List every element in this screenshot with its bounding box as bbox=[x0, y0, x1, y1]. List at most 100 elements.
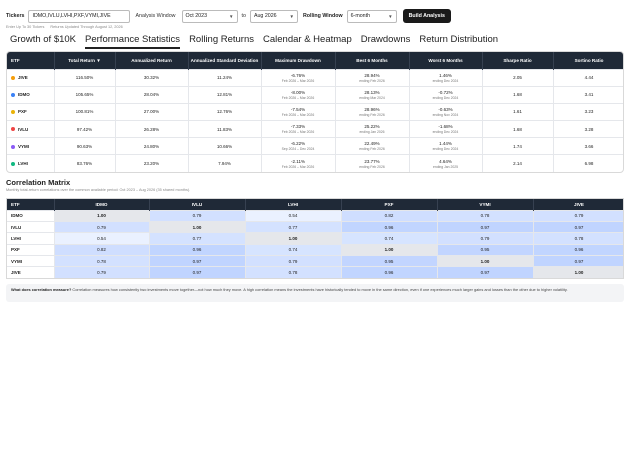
correlation-cell: 0.77 bbox=[245, 220, 342, 233]
stat-period: ending Jan 2026 bbox=[359, 130, 385, 135]
stat-cell: -7.33% Feb 2026 – Mar 2026 bbox=[261, 120, 336, 138]
stat-cell: 3.23 bbox=[553, 102, 623, 121]
stat-cell: -0.72% ending Dec 2024 bbox=[409, 85, 483, 104]
stat-value: -0.72% bbox=[438, 89, 453, 95]
tab-performance-statistics[interactable]: Performance Statistics bbox=[85, 34, 181, 49]
stat-period: ending Dec 2024 bbox=[432, 95, 459, 100]
stat-cell: 1.74 bbox=[482, 137, 554, 155]
rolling-window-select[interactable]: 6-month ▼ bbox=[346, 9, 397, 23]
performance-column-header: ETF bbox=[7, 52, 55, 69]
etf-cell: LVHI bbox=[7, 154, 55, 173]
stat-value: -8.00% bbox=[290, 89, 306, 95]
stat-cell: 116.50% bbox=[54, 68, 116, 87]
stat-cell: 28.13% ending Mar 2024 bbox=[335, 85, 410, 104]
stat-period: Feb 2026 – Mar 2026 bbox=[281, 95, 315, 100]
correlation-cell: 0.79 bbox=[54, 266, 150, 279]
correlation-column-header: ETF bbox=[7, 199, 55, 210]
stat-cell: 12.76% bbox=[188, 102, 262, 121]
stat-period: Feb 2026 – Mar 2026 bbox=[281, 130, 315, 135]
series-color-dot bbox=[11, 110, 15, 115]
performance-column-header[interactable]: Total Return ▼ bbox=[54, 52, 116, 69]
correlation-row-label: VYMI bbox=[7, 255, 55, 267]
etf-cell: VYMI bbox=[7, 137, 55, 155]
stat-period: ending Nov 2024 bbox=[432, 112, 459, 117]
tickers-input[interactable] bbox=[28, 9, 131, 23]
table-row: IVLU 0.79 1.00 0.77 0.96 0.97 0.97 bbox=[7, 220, 623, 233]
correlation-cell: 0.97 bbox=[149, 255, 246, 267]
stat-period: ending Feb 2026 bbox=[359, 164, 385, 169]
correlation-cell: 1.00 bbox=[245, 232, 342, 245]
table-row: IDMO 1.00 0.79 0.54 0.82 0.78 0.79 bbox=[7, 209, 623, 222]
correlation-cell: 0.79 bbox=[149, 209, 246, 222]
stat-cell: 6.98 bbox=[553, 154, 623, 173]
stat-cell: -0.63% ending Nov 2024 bbox=[409, 102, 483, 121]
correlation-row-label: LVHI bbox=[7, 232, 55, 245]
stat-cell: 27.00% bbox=[115, 102, 189, 121]
correlation-title: Correlation Matrix bbox=[6, 178, 71, 187]
stat-value: 23.77% bbox=[364, 158, 380, 164]
stat-cell: 23.77% ending Feb 2026 bbox=[335, 154, 410, 173]
end-month-select[interactable]: Aug 2026 ▼ bbox=[249, 9, 298, 23]
table-row: VYMI 0.78 0.97 0.79 0.95 1.00 0.97 bbox=[7, 255, 623, 267]
etf-ticker: VYMI bbox=[18, 143, 30, 149]
stat-cell: 26.28% bbox=[115, 120, 189, 138]
stat-period: ending Jan 2025 bbox=[432, 164, 459, 169]
start-month-select[interactable]: Oct 2023 ▼ bbox=[181, 9, 238, 23]
tab-growth[interactable]: Growth of $10K bbox=[10, 34, 76, 49]
to-label: to bbox=[241, 13, 246, 19]
correlation-cell: 1.00 bbox=[437, 255, 534, 267]
stat-cell: 22.49% ending Feb 2026 bbox=[335, 137, 410, 155]
stat-period: ending Dec 2024 bbox=[432, 78, 459, 83]
correlation-cell: 0.79 bbox=[245, 255, 342, 267]
controls-bar: Tickers Analysis Window Oct 2023▼ to Aug… bbox=[6, 9, 451, 23]
correlation-cell: 0.82 bbox=[54, 243, 150, 256]
correlation-cell: 0.95 bbox=[437, 243, 534, 256]
correlation-row-label: PXF bbox=[7, 243, 55, 256]
stat-cell: -7.54% Feb 2026 – Mar 2026 bbox=[261, 102, 336, 121]
stat-cell: 1.61 bbox=[482, 102, 554, 121]
stat-value: 22.49% bbox=[364, 141, 380, 147]
etf-ticker: PXF bbox=[18, 109, 27, 115]
chevron-down-icon: ▼ bbox=[388, 13, 393, 19]
build-analysis-button[interactable]: Build Analysis bbox=[402, 9, 451, 23]
etf-cell: IDMO bbox=[7, 85, 55, 104]
table-row: LVHI 0.54 0.77 1.00 0.74 0.79 0.78 bbox=[7, 232, 623, 245]
stat-cell: 25.22% ending Jan 2026 bbox=[335, 120, 410, 138]
correlation-column-header: LVHI bbox=[245, 199, 342, 210]
table-row: PXF 100.81% 27.00% 12.76% -7.54% Feb 2026 – M… bbox=[7, 102, 623, 121]
stat-cell: 12.81% bbox=[188, 85, 262, 104]
correlation-column-header: JIVE bbox=[533, 199, 623, 210]
series-color-dot bbox=[11, 162, 15, 167]
correlation-row-label: IVLU bbox=[7, 220, 55, 233]
rolling-window-label: Rolling Window bbox=[302, 13, 343, 19]
correlation-cell: 0.97 bbox=[533, 220, 623, 233]
series-color-dot bbox=[11, 144, 15, 149]
tab-calendar-heatmap[interactable]: Calendar & Heatmap bbox=[263, 34, 352, 49]
performance-column-header: Best 6 Months bbox=[335, 52, 410, 69]
stat-period: Feb 2026 – Mar 2026 bbox=[281, 164, 315, 169]
stat-cell: -1.68% ending Dec 2024 bbox=[409, 120, 483, 138]
stat-value: 28.94% bbox=[364, 72, 380, 78]
tab-drawdowns[interactable]: Drawdowns bbox=[361, 34, 411, 49]
stat-cell: 7.94% bbox=[188, 154, 262, 173]
correlation-cell: 0.96 bbox=[341, 220, 438, 233]
correlation-cell: 0.79 bbox=[54, 220, 150, 233]
correlation-cell: 0.78 bbox=[533, 232, 623, 245]
correlation-cell: 0.96 bbox=[149, 243, 246, 256]
performance-column-header: Sortino Ratio bbox=[553, 52, 623, 69]
table-row: IVLU 97.42% 26.28% 11.83% -7.33% Feb 2026 – M… bbox=[7, 120, 623, 138]
correlation-cell: 0.79 bbox=[437, 232, 534, 245]
stat-value: -7.54% bbox=[290, 106, 306, 112]
correlation-cell: 0.97 bbox=[437, 220, 534, 233]
stat-value: -1.68% bbox=[438, 124, 453, 130]
chevron-down-icon: ▼ bbox=[229, 13, 234, 19]
stat-value: 28.13% bbox=[364, 89, 380, 95]
etf-ticker: IDMO bbox=[18, 92, 30, 98]
stat-cell: 23.20% bbox=[115, 154, 189, 173]
tab-return-distribution[interactable]: Return Distribution bbox=[419, 34, 498, 49]
stat-cell: 24.80% bbox=[115, 137, 189, 155]
stat-period: ending Feb 2026 bbox=[359, 112, 385, 117]
correlation-cell: 0.97 bbox=[533, 255, 623, 267]
table-row: IDMO 105.65% 28.04% 12.81% -8.00% Feb 2026 – … bbox=[7, 85, 623, 104]
tab-rolling-returns[interactable]: Rolling Returns bbox=[189, 34, 254, 49]
